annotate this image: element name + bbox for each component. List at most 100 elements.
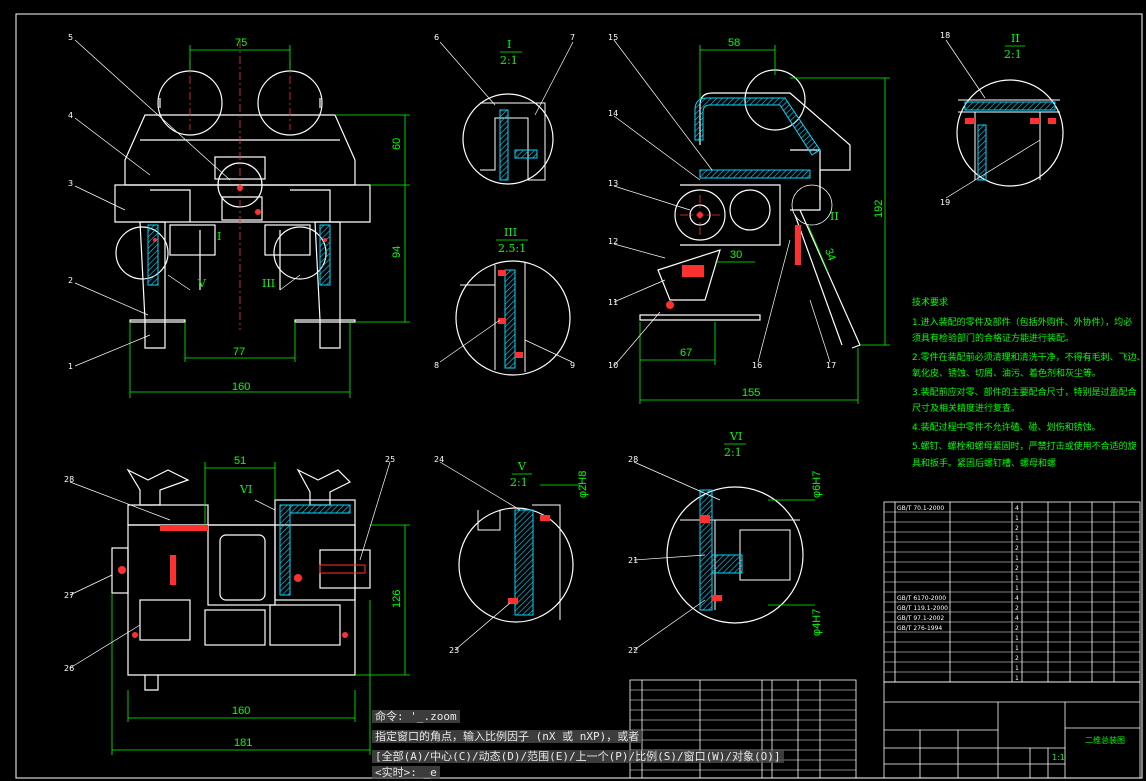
callout-6: 6	[434, 33, 439, 42]
bom-qty: 1	[1015, 575, 1019, 582]
callout-18: 18	[940, 31, 950, 40]
detail-II-label: II	[1011, 32, 1020, 45]
callout-16: 16	[752, 361, 762, 370]
front-hatch-right	[319, 224, 331, 286]
callout-28-detail: 28	[628, 455, 638, 464]
detail-II-part	[958, 99, 1060, 180]
bom-qty: 2	[1015, 545, 1019, 552]
bom-qty: 2	[1015, 565, 1019, 572]
dim-126: 126	[391, 590, 403, 608]
dim-34: 34	[822, 247, 837, 263]
dim-77: 77	[233, 346, 245, 358]
cmd-history-2: 指定窗口的角点，输入比例因子 (nX 或 nXP)，或者	[372, 729, 828, 745]
detail-II-leaders	[945, 39, 1041, 199]
bom-qty: 4	[1015, 615, 1019, 622]
detail-II-scale: 2:1	[1004, 48, 1022, 61]
callout-13: 13	[608, 179, 618, 188]
callout-7: 7	[570, 33, 575, 42]
dim-60: 60	[391, 138, 403, 150]
detail-VI-label: VI	[729, 430, 742, 443]
callout-9: 9	[570, 361, 575, 370]
tech-req-line: 2.零件在装配前必须清理和清洗干净，不得有毛刺、飞边、	[912, 351, 1146, 363]
title-block	[883, 681, 1141, 779]
dim-51: 51	[234, 455, 246, 467]
tech-req-line: 须具有检验部门的合格证方能进行装配。	[912, 332, 1074, 344]
cmd-input[interactable]: <实时>: _e	[372, 765, 828, 781]
bom-qty: 1	[1015, 535, 1019, 542]
callout-28-top: 28	[64, 475, 74, 484]
detail-I-leaders	[439, 41, 574, 116]
callout-2: 2	[68, 276, 73, 285]
callout-14: 14	[608, 109, 618, 118]
bom-qty: 4	[1015, 595, 1019, 602]
dim-67: 67	[680, 347, 692, 359]
front-leaders	[74, 39, 301, 367]
bom-qty: 4	[1015, 505, 1019, 512]
mark-I: I	[217, 230, 221, 243]
top-red-marks	[118, 525, 366, 638]
detail-VI-hatch-2	[711, 554, 743, 574]
side-II-circle	[791, 184, 833, 226]
dim-75: 75	[235, 37, 247, 49]
callout-27: 27	[64, 591, 74, 600]
detail-III-label: III	[504, 226, 517, 239]
callout-22: 22	[628, 646, 638, 655]
callout-21: 21	[628, 556, 638, 565]
side-centerlines	[680, 195, 720, 235]
callout-19: 19	[940, 198, 950, 207]
side-hatch-bar	[699, 169, 811, 179]
detail-III-scale: 2.5:1	[498, 242, 526, 255]
tech-req-line: 具和扳手。紧固后螺钉槽、螺母和螺	[912, 457, 1056, 469]
detail-VI-dims	[768, 499, 815, 606]
drawing-canvas[interactable]: 75 60 94 77 160 I V III 5 4 3 2 1 I 2:1 …	[0, 0, 1146, 781]
dim-30: 30	[730, 249, 742, 261]
top-hatch-right	[279, 504, 291, 596]
front-hatch-left	[147, 224, 159, 286]
detail-I-label: I	[507, 38, 511, 51]
detail-I-hatch-2	[514, 149, 538, 159]
callout-3: 3	[68, 179, 73, 188]
front-view	[114, 70, 371, 349]
mark-V: V	[197, 277, 207, 290]
detail-II-hatch	[964, 101, 1056, 111]
dim-181: 181	[234, 737, 252, 749]
callout-1: 1	[68, 362, 73, 371]
tech-req-line: 1.进入装配的零件及部件（包括外购件、外协件），均必	[912, 316, 1132, 328]
dim-160-front: 160	[232, 381, 250, 393]
detail-VI-hatch	[699, 489, 713, 611]
callout-11: 11	[608, 298, 618, 307]
bom-code: GB/T 276-1994	[897, 625, 942, 632]
side-hatch-frame	[694, 97, 821, 156]
detail-II-hatch-2	[977, 124, 987, 181]
dim-6h7: φ6H7	[811, 471, 823, 498]
detail-VI-scale: 2:1	[724, 446, 742, 459]
cmd-options[interactable]: [全部(A)/中心(C)/动态(D)/范围(E)/上一个(P)/比例(S)/窗口…	[372, 749, 828, 765]
mark-III: III	[262, 277, 275, 290]
callout-15: 15	[608, 33, 618, 42]
tech-requirements: 技术要求 1.进入装配的零件及部件（包括外购件、外协件），均必 须具有检验部门的…	[912, 296, 1146, 469]
detail-V-label: V	[517, 460, 527, 473]
bom-qty: 1	[1015, 645, 1019, 652]
bom-code: GB/T 119.1-2000	[897, 605, 948, 612]
detail-I-scale: 2:1	[500, 54, 518, 67]
dim-192: 192	[873, 200, 885, 218]
dim-58: 58	[728, 37, 740, 49]
bom-qty: 2	[1015, 625, 1019, 632]
dim-160-top: 160	[232, 705, 250, 717]
bom-cells: GB/T 70.1-2000 4 1 2 1 2 1 2 1 1 GB/T 6170-2000 4 GB…	[897, 505, 1019, 682]
dim-2h8: φ2H8	[577, 471, 589, 498]
title-block-name: 二维总装图	[1085, 735, 1125, 745]
tech-req-line: 3.装配前应对零、部件的主要配合尺寸，特别是过盈配合	[912, 386, 1137, 398]
callout-10: 10	[608, 361, 618, 370]
cmd-history-1: 命令: '_.zoom	[372, 709, 828, 725]
callout-4: 4	[68, 111, 73, 120]
bom-qty: 1	[1015, 665, 1019, 672]
bom-qty: 1	[1015, 675, 1019, 682]
detail-II-circle	[956, 79, 1064, 187]
callout-24: 24	[434, 455, 444, 464]
callout-8: 8	[434, 361, 439, 370]
bom-code: GB/T 97.1-2002	[897, 615, 944, 622]
tech-req-line: 氧化皮、锈蚀、切屑、油污、着色剂和灰尘等。	[912, 367, 1101, 379]
bom-code: GB/T 70.1-2000	[897, 505, 944, 512]
callout-5: 5	[68, 33, 73, 42]
